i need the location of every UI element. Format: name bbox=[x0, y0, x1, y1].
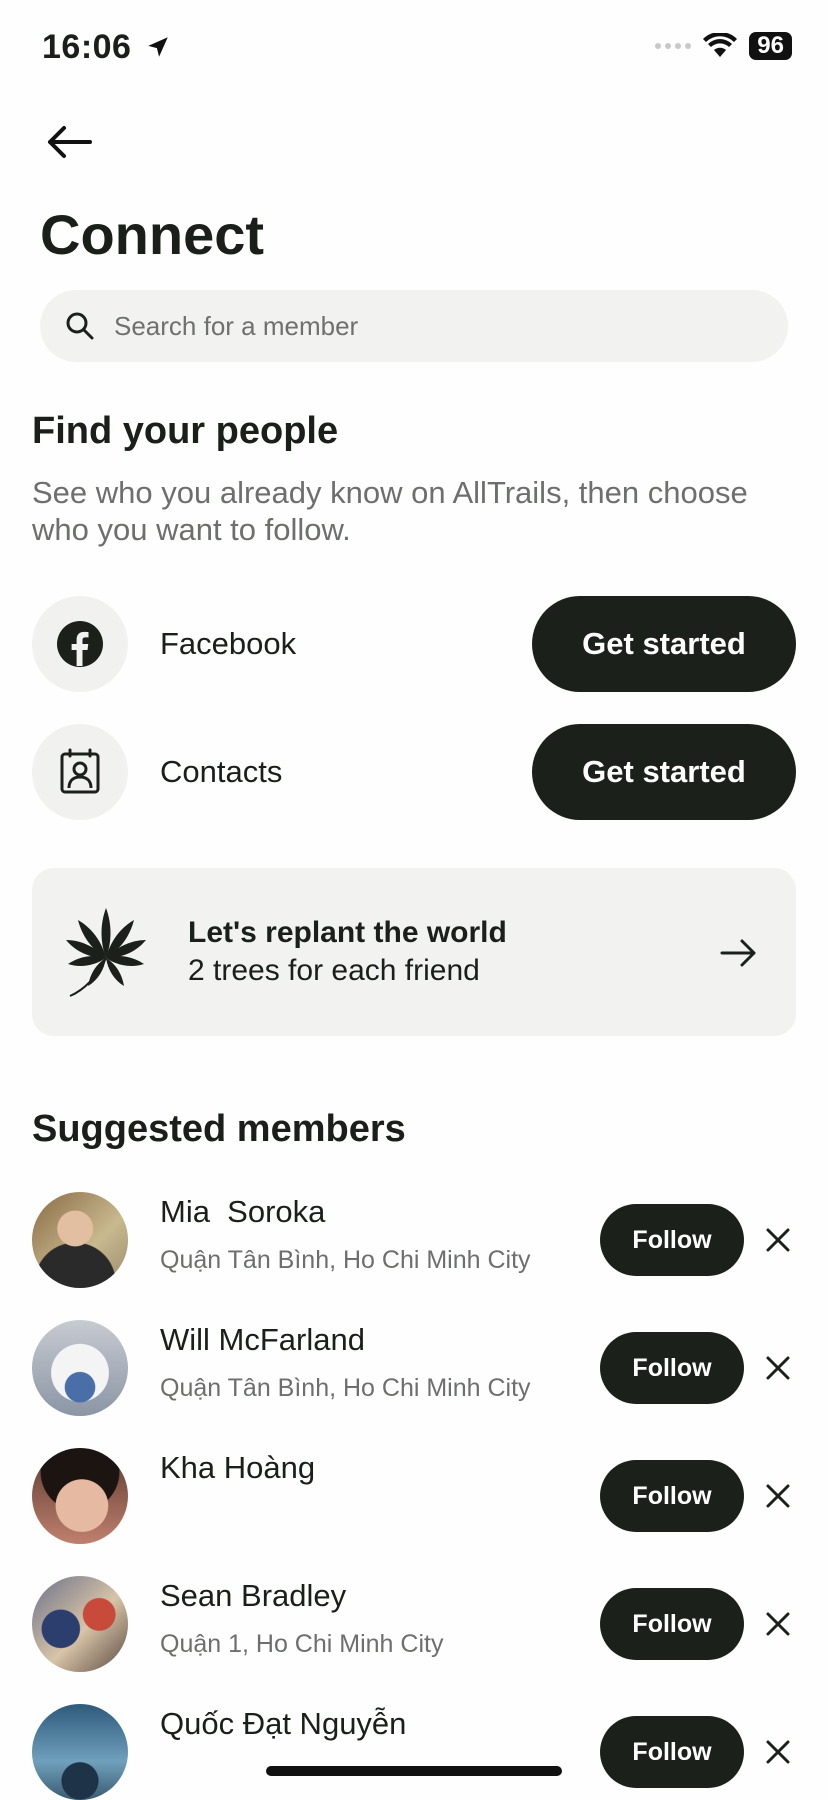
member-row[interactable]: Quốc Đạt Nguyễn Follow bbox=[32, 1704, 796, 1800]
member-row[interactable]: Will McFarland Quận Tân Bình, Ho Chi Min… bbox=[32, 1320, 796, 1416]
search-input[interactable] bbox=[112, 309, 756, 343]
facebook-icon-wrap bbox=[32, 596, 128, 692]
battery-level: 96 bbox=[749, 32, 792, 60]
find-people-heading: Find your people bbox=[32, 410, 339, 452]
avatar[interactable] bbox=[32, 1576, 128, 1672]
cellular-signal-icon bbox=[655, 43, 692, 49]
facebook-label: Facebook bbox=[160, 626, 297, 661]
member-location: Quận Tân Bình, Ho Chi Minh City bbox=[160, 1374, 531, 1402]
search-icon bbox=[66, 312, 94, 340]
home-indicator[interactable] bbox=[266, 1766, 562, 1776]
arrow-left-icon bbox=[48, 126, 92, 158]
member-location: Quận 1, Ho Chi Minh City bbox=[160, 1630, 444, 1658]
close-icon[interactable] bbox=[760, 1350, 796, 1386]
member-row[interactable]: Sean Bradley Quận 1, Ho Chi Minh City Fo… bbox=[32, 1576, 796, 1672]
location-arrow-icon bbox=[148, 37, 169, 57]
member-name[interactable]: Kha Hoàng bbox=[160, 1450, 315, 1486]
close-icon[interactable] bbox=[760, 1222, 796, 1258]
follow-button[interactable]: Follow bbox=[600, 1716, 744, 1788]
member-name[interactable]: Mia Soroka bbox=[160, 1194, 325, 1230]
contacts-icon bbox=[60, 748, 100, 794]
facebook-icon bbox=[57, 621, 103, 667]
contacts-row: Contacts Get started bbox=[32, 724, 796, 820]
avatar[interactable] bbox=[32, 1448, 128, 1544]
contacts-icon-wrap bbox=[32, 724, 128, 820]
promo-subtitle: 2 trees for each friend bbox=[188, 954, 480, 987]
member-location: Quận Tân Bình, Ho Chi Minh City bbox=[160, 1246, 531, 1274]
arrow-right-icon bbox=[720, 939, 756, 967]
follow-button[interactable]: Follow bbox=[600, 1332, 744, 1404]
follow-button[interactable]: Follow bbox=[600, 1460, 744, 1532]
member-row[interactable]: Mia Soroka Quận Tân Bình, Ho Chi Minh Ci… bbox=[32, 1192, 796, 1288]
replant-promo-card[interactable]: Let's replant the world 2 trees for each… bbox=[32, 868, 796, 1036]
page-title: Connect bbox=[40, 203, 264, 266]
contacts-get-started-button[interactable]: Get started bbox=[532, 724, 796, 820]
find-people-description: See who you already know on AllTrails, t… bbox=[32, 475, 748, 547]
avatar[interactable] bbox=[32, 1320, 128, 1416]
promo-title: Let's replant the world bbox=[188, 916, 507, 949]
close-icon[interactable] bbox=[760, 1606, 796, 1642]
contacts-label: Contacts bbox=[160, 754, 283, 789]
avatar[interactable] bbox=[32, 1704, 128, 1800]
follow-button[interactable]: Follow bbox=[600, 1588, 744, 1660]
suggested-members-heading: Suggested members bbox=[32, 1108, 406, 1150]
member-name[interactable]: Sean Bradley bbox=[160, 1578, 346, 1614]
status-indicators: 96 bbox=[655, 32, 792, 60]
member-name[interactable]: Will McFarland bbox=[160, 1322, 365, 1358]
close-icon[interactable] bbox=[760, 1478, 796, 1514]
wifi-icon bbox=[703, 33, 738, 57]
follow-button[interactable]: Follow bbox=[600, 1204, 744, 1276]
facebook-get-started-button[interactable]: Get started bbox=[532, 596, 796, 692]
back-button[interactable] bbox=[40, 112, 100, 172]
status-time-text: 16:06 bbox=[42, 28, 132, 66]
search-bar[interactable] bbox=[40, 290, 788, 362]
avatar[interactable] bbox=[32, 1192, 128, 1288]
status-time: 16:06 bbox=[42, 28, 171, 67]
member-name[interactable]: Quốc Đạt Nguyễn bbox=[160, 1706, 406, 1742]
facebook-row: Facebook Get started bbox=[32, 596, 796, 692]
member-row[interactable]: Kha Hoàng Follow bbox=[32, 1448, 796, 1544]
leaf-icon bbox=[66, 908, 146, 997]
close-icon[interactable] bbox=[760, 1734, 796, 1770]
